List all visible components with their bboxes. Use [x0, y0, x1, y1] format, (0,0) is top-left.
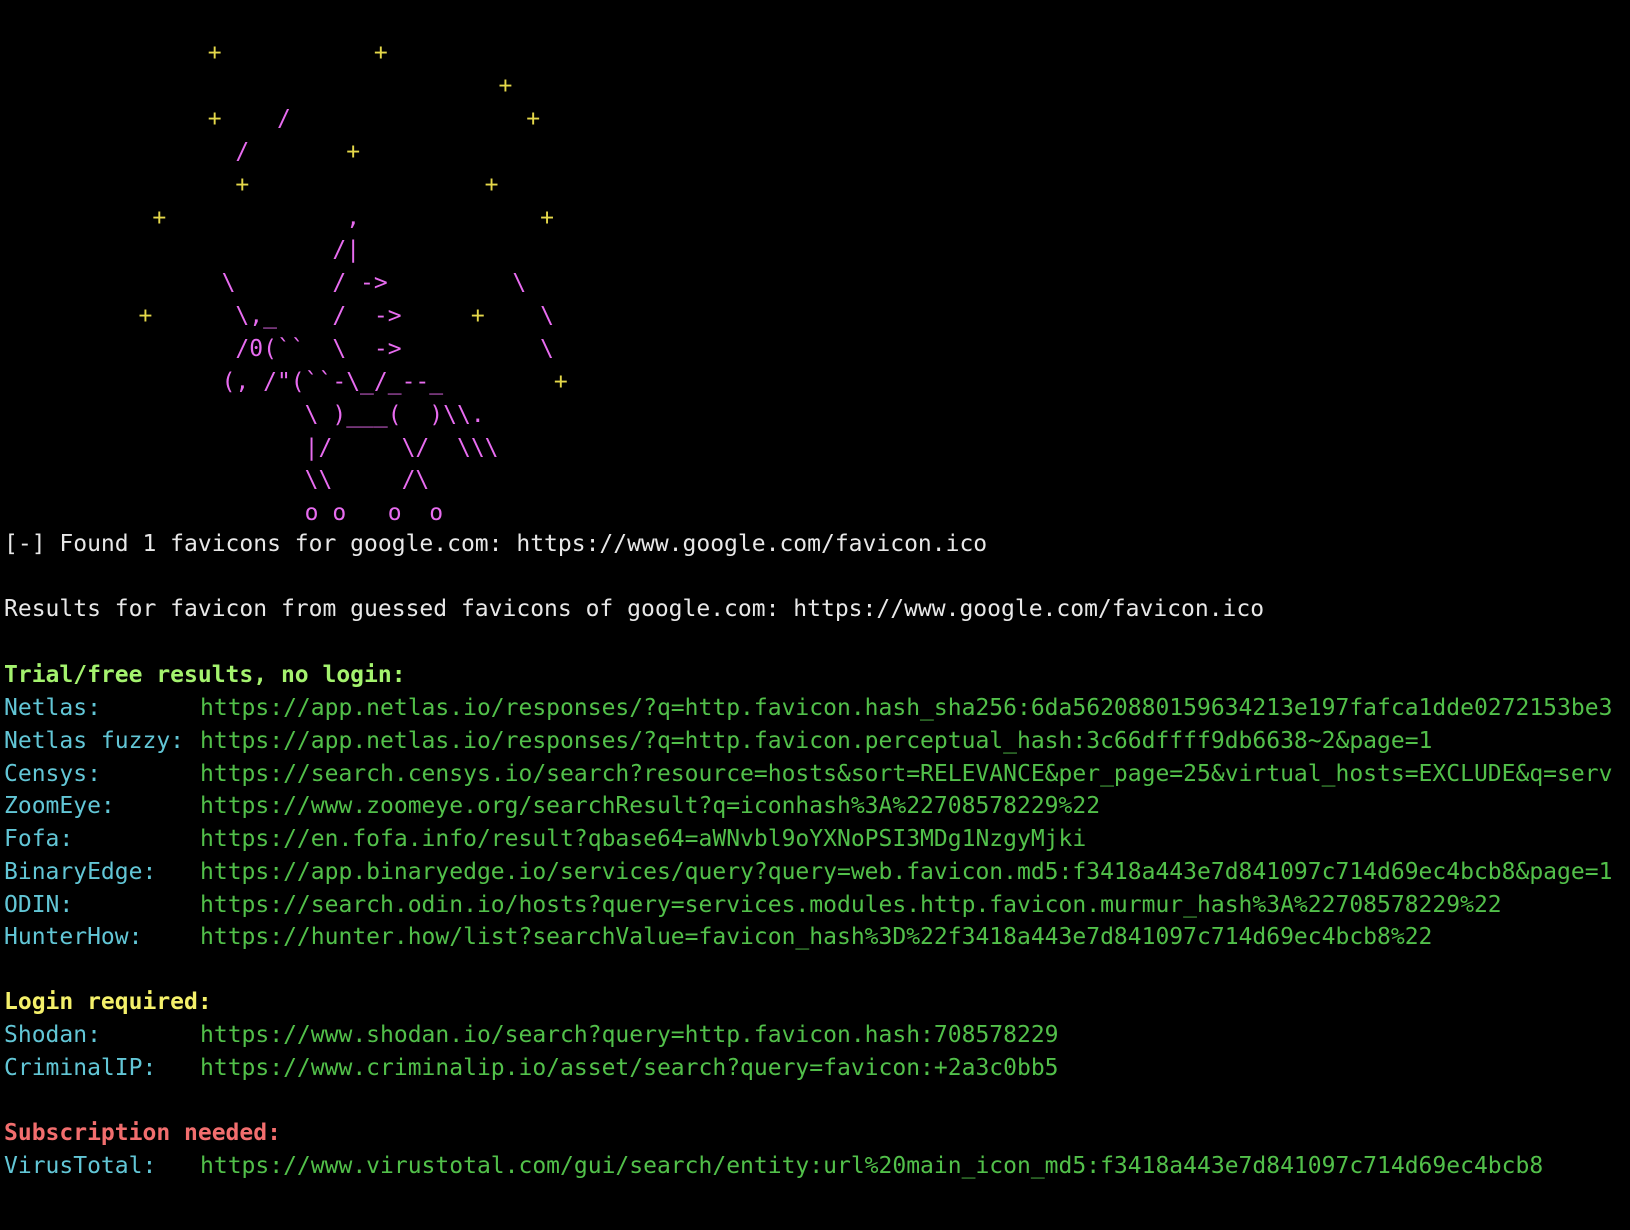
service-url[interactable]: https://www.zoomeye.org/searchResult?q=i… [200, 789, 1100, 823]
service-label: VirusTotal: [4, 1153, 157, 1179]
service-url[interactable]: https://en.fofa.info/result?qbase64=aWNv… [200, 822, 1086, 856]
service-label: HunterHow: [4, 924, 143, 950]
ascii-art-line: /| [0, 199, 360, 263]
ascii-figure: o o o o [83, 500, 444, 526]
ascii-art-line: + + [0, 134, 498, 198]
service-label: ODIN: [4, 892, 74, 918]
ascii-art-line: o o o o [0, 462, 443, 526]
found-favicons-line: [-] Found 1 favicons for google.com: htt… [4, 531, 988, 557]
service-url[interactable]: https://search.odin.io/hosts?query=servi… [200, 888, 1502, 922]
ascii-art-line: + \,_ / -> + \ [0, 265, 553, 329]
service-label: Netlas fuzzy: [4, 728, 185, 754]
service-url[interactable]: https://app.netlas.io/responses/?q=http.… [200, 724, 1432, 758]
section-header-subscription: Subscription needed: [4, 1120, 281, 1146]
ascii-art-line: \\ /\ [0, 429, 430, 493]
service-label: CriminalIP: [4, 1055, 157, 1081]
ascii-art-line: |/ \/ \\\ [0, 397, 499, 461]
service-url[interactable]: https://app.netlas.io/responses/?q=http.… [200, 691, 1612, 725]
ascii-art-line: (, /"(``-\_/_--_ + [0, 331, 568, 395]
service-url[interactable]: https://search.censys.io/search?resource… [200, 757, 1612, 791]
ascii-art-line: + / + [0, 68, 540, 132]
service-label: Shodan: [4, 1022, 101, 1048]
ascii-art-line: + [0, 35, 513, 99]
service-label: Netlas: [4, 695, 101, 721]
ascii-art-line: + + [0, 2, 388, 66]
service-label: ZoomEye: [4, 793, 115, 819]
terminal-window[interactable]: + + + + / + / + + + + , + /| \ / -> \ + … [0, 0, 1630, 1230]
ascii-star: + [360, 205, 554, 231]
section-header-trial: Trial/free results, no login: [4, 662, 406, 688]
ascii-art-line: /0(`` \ -> \ [0, 298, 554, 362]
ascii-art-line: + , + [0, 167, 554, 231]
service-url[interactable]: https://hunter.how/list?searchValue=favi… [200, 920, 1432, 954]
ascii-art-line: \ / -> \ [0, 232, 527, 296]
service-label: BinaryEdge: [4, 859, 157, 885]
service-label: Fofa: [4, 826, 74, 852]
service-url[interactable]: https://www.criminalip.io/asset/search?q… [200, 1051, 1059, 1085]
service-url[interactable]: https://www.shodan.io/search?query=http.… [200, 1018, 1059, 1052]
service-url[interactable]: https://app.binaryedge.io/services/query… [200, 855, 1612, 889]
ascii-art-line: / + [0, 101, 360, 165]
results-header-line: Results for favicon from guessed favicon… [4, 596, 1265, 622]
ascii-art-line: \ )___( )\\. [0, 364, 485, 428]
service-label: Censys: [4, 761, 101, 787]
section-header-login: Login required: [4, 989, 212, 1015]
service-url[interactable]: https://www.virustotal.com/gui/search/en… [200, 1149, 1543, 1183]
